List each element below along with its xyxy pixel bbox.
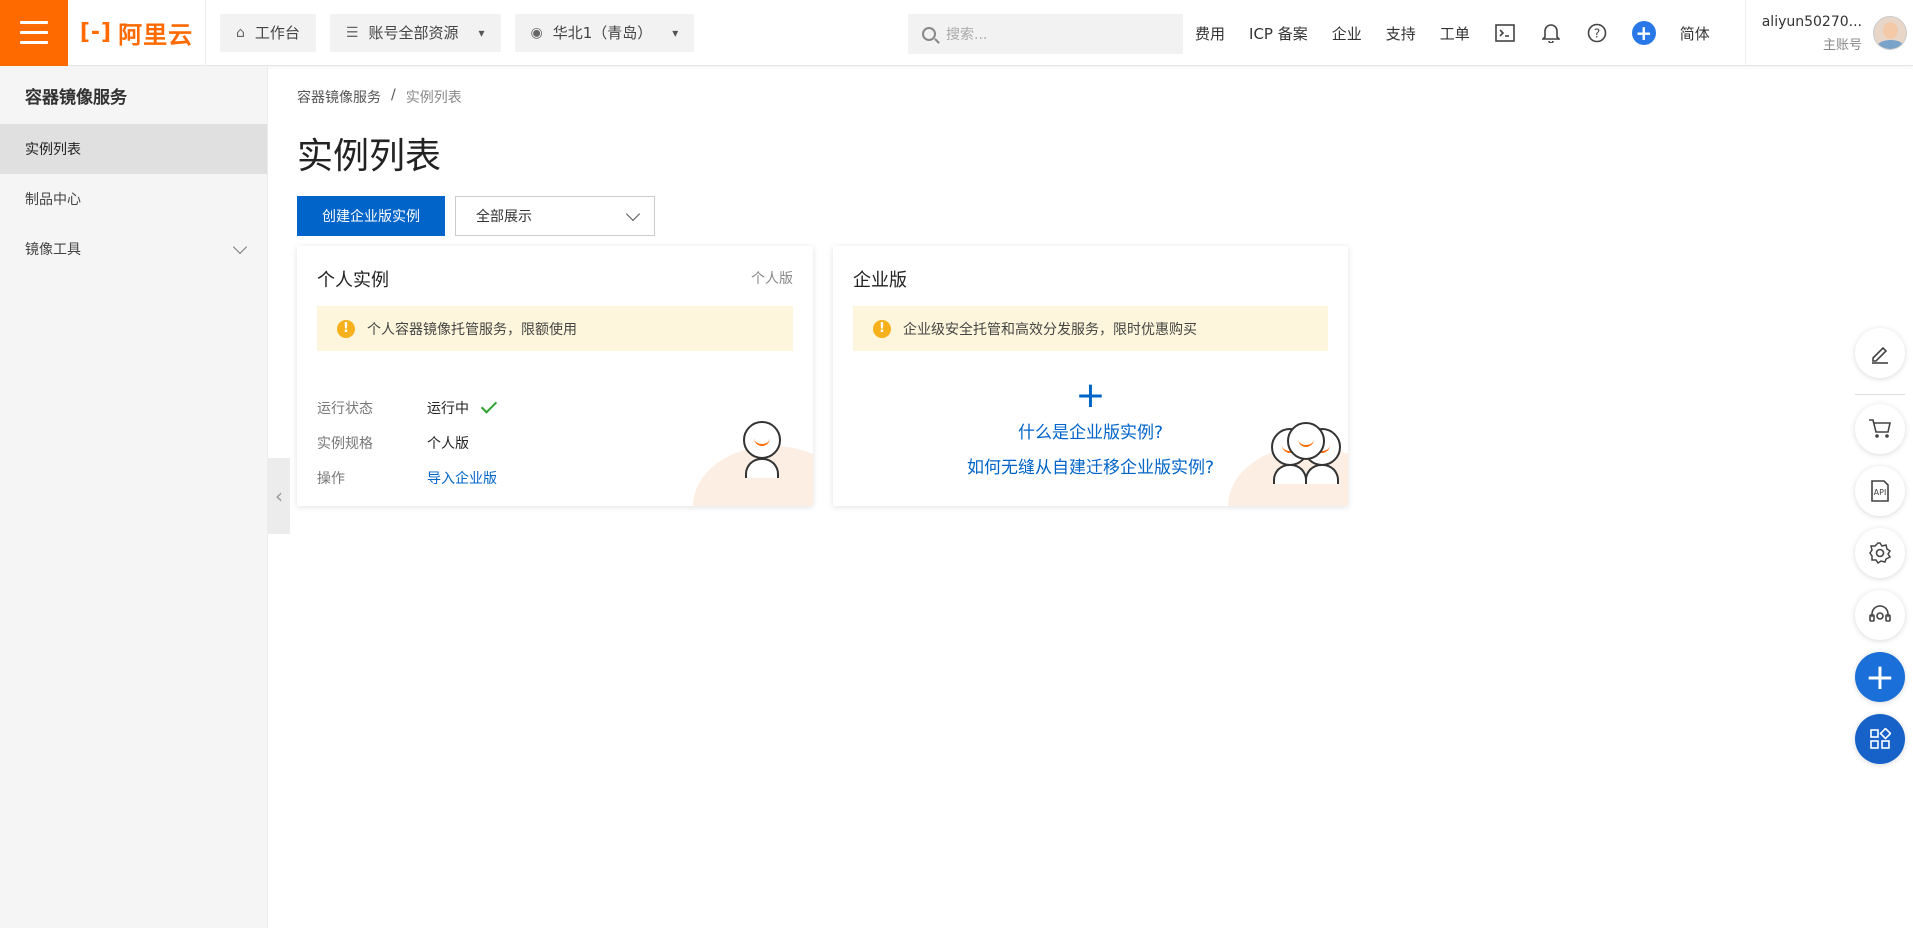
link-support[interactable]: 支持 [1386, 23, 1416, 44]
sidebar-item-instance-list[interactable]: 实例列表 [0, 124, 267, 174]
card-title: 企业版 [853, 270, 907, 291]
region-selector[interactable]: ◉ 华北1（青岛） ▾ [514, 13, 695, 52]
sidebar-item-label: 制品中心 [25, 192, 81, 208]
notice-banner: ! 企业级安全托管和高效分发服务，限时优惠购买 [853, 306, 1328, 351]
what-is-enterprise-link[interactable]: 什么是企业版实例? [833, 418, 1348, 443]
terminal-icon[interactable] [1494, 22, 1516, 44]
link-icp[interactable]: ICP 备案 [1249, 23, 1308, 44]
sidebar: 容器镜像服务 实例列表 制品中心 镜像工具 [0, 66, 268, 928]
link-ticket[interactable]: 工单 [1440, 23, 1470, 44]
check-icon [480, 397, 498, 414]
apps-grid-icon[interactable] [1855, 714, 1905, 764]
sidebar-item-image-tools[interactable]: 镜像工具 [0, 224, 267, 274]
sidebar-title: 容器镜像服务 [25, 87, 127, 108]
card-title: 个人实例 [317, 270, 389, 291]
add-icon[interactable]: + [1631, 21, 1656, 45]
menu-icon[interactable] [0, 0, 68, 66]
region-label: 华北1（青岛） [552, 24, 653, 42]
language-switch[interactable]: 简体 [1680, 23, 1710, 44]
warning-icon: ! [337, 319, 355, 338]
workbench-button[interactable]: ⌂ 工作台 [220, 13, 316, 52]
action-label: 操作 [317, 471, 345, 487]
chevron-down-icon: ▾ [672, 25, 679, 40]
sidebar-item-artifact-center[interactable]: 制品中心 [0, 174, 267, 224]
customer-service-icon[interactable] [1855, 590, 1905, 640]
spec-row: 实例规格 个人版 [317, 433, 469, 453]
notice-banner: ! 个人容器镜像托管服务，限额使用 [317, 306, 793, 351]
status-label: 运行状态 [317, 401, 373, 417]
sidebar-item-label: 镜像工具 [25, 242, 81, 258]
action-row: 操作 导入企业版 [317, 468, 497, 488]
breadcrumb-separator: / [391, 87, 396, 103]
user-account[interactable]: aliyun50270... 主账号 [1745, 0, 1913, 66]
page-title: 实例列表 [297, 136, 442, 177]
workbench-label: 工作台 [254, 24, 300, 42]
import-enterprise-link[interactable]: 导入企业版 [427, 468, 497, 488]
create-plus-icon[interactable]: + [833, 378, 1348, 414]
search-placeholder: 搜索... [946, 27, 988, 43]
create-enterprise-instance-button[interactable]: 创建企业版实例 [297, 196, 445, 236]
chevron-down-icon [232, 239, 248, 255]
status-value: 运行中 [427, 401, 469, 417]
status-row: 运行状态 运行中 [317, 397, 498, 418]
svg-text:?: ? [1594, 27, 1600, 41]
quick-add-icon[interactable]: + [1855, 652, 1905, 702]
home-icon: ⌂ [236, 24, 245, 41]
display-filter-value: 全部展示 [476, 209, 532, 225]
enterprise-instance-card: 企业版 ! 企业级安全托管和高效分发服务，限时优惠购买 + 什么是企业版实例? … [833, 246, 1348, 506]
edit-icon[interactable] [1855, 328, 1905, 378]
edition-tag: 个人版 [751, 271, 793, 287]
spec-value: 个人版 [427, 436, 469, 452]
user-name: aliyun50270... [1761, 13, 1862, 30]
stack-icon: ☰ [345, 24, 359, 41]
notice-text: 企业级安全托管和高效分发服务，限时优惠购买 [903, 321, 1197, 338]
top-links: 费用 ICP 备案 企业 支持 工单 ? + 简体 [1195, 0, 1710, 66]
avatar[interactable] [1873, 16, 1907, 50]
svg-text:API: API [1874, 488, 1887, 497]
personal-instance-card: 个人实例 个人版 ! 个人容器镜像托管服务，限额使用 运行状态 运行中 实例规格… [297, 246, 813, 506]
search-icon [922, 27, 936, 41]
chevron-down-icon: ▾ [478, 25, 485, 40]
settings-gear-icon[interactable] [1855, 528, 1905, 578]
help-icon[interactable]: ? [1586, 22, 1608, 44]
chevron-left-icon: ‹ [275, 484, 283, 508]
sidebar-item-label: 实例列表 [25, 142, 81, 158]
display-filter-select[interactable]: 全部展示 [455, 196, 655, 236]
breadcrumb: 容器镜像服务 / 实例列表 [297, 87, 462, 107]
spec-label: 实例规格 [317, 436, 373, 452]
notice-text: 个人容器镜像托管服务，限额使用 [367, 321, 577, 338]
logo-text: 阿里云 [118, 21, 194, 49]
search-input[interactable]: 搜索... [908, 14, 1183, 54]
breadcrumb-current: 实例列表 [405, 90, 462, 106]
warning-icon: ! [873, 319, 891, 338]
cart-icon[interactable] [1855, 404, 1905, 454]
toolbar-divider [1855, 394, 1905, 395]
aliyun-logo[interactable]: [-] 阿里云 [68, 0, 206, 66]
breadcrumb-root[interactable]: 容器镜像服务 [297, 87, 381, 107]
api-icon[interactable]: API [1855, 466, 1905, 516]
sidebar-collapse-button[interactable]: ‹ [268, 458, 290, 534]
chevron-down-icon [625, 206, 641, 222]
location-pin-icon: ◉ [530, 24, 543, 41]
link-billing[interactable]: 费用 [1195, 23, 1225, 44]
link-enterprise[interactable]: 企业 [1332, 23, 1362, 44]
resource-group-selector[interactable]: ☰ 账号全部资源 ▾ [329, 13, 501, 52]
user-role: 主账号 [1822, 37, 1862, 53]
bell-icon[interactable] [1540, 22, 1562, 44]
resource-group-label: 账号全部资源 [368, 24, 459, 42]
